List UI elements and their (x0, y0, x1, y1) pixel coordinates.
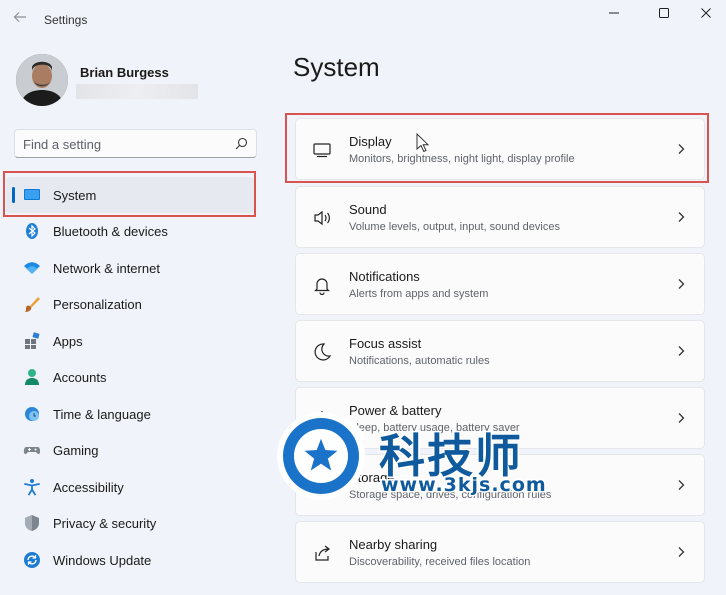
speaker-icon (314, 210, 330, 226)
sidebar-item-label: Accessibility (53, 480, 124, 495)
title-bar: Settings (0, 0, 726, 40)
sidebar-item-label: Gaming (53, 443, 99, 458)
sidebar-item-label: Windows Update (53, 553, 152, 568)
card-title: Storage (349, 470, 395, 485)
card-title: Sound (349, 202, 387, 217)
card-subtitle: Alerts from apps and system (349, 288, 489, 300)
wifi-icon (24, 262, 40, 274)
back-arrow-icon[interactable] (10, 10, 30, 30)
search-icon[interactable] (235, 137, 248, 150)
display-icon (313, 143, 331, 158)
card-sound[interactable]: Sound Volume levels, output, input, soun… (295, 186, 705, 248)
sidebar-item-label: Apps (53, 334, 83, 349)
maximize-icon (659, 8, 669, 18)
minimize-icon (609, 12, 619, 14)
sidebar-item-system[interactable]: System (6, 177, 254, 213)
card-subtitle: Volume levels, output, input, sound devi… (349, 221, 560, 233)
card-notifications[interactable]: Notifications Alerts from apps and syste… (295, 253, 705, 315)
sidebar-item-label: Accounts (53, 370, 107, 385)
sidebar-item-privacy-security[interactable]: Privacy & security (6, 505, 254, 541)
bell-icon (314, 278, 330, 295)
card-title: Focus assist (349, 336, 422, 351)
sidebar-item-personalization[interactable]: Personalization (6, 286, 254, 322)
shield-icon (25, 515, 39, 531)
card-nearby-sharing[interactable]: Nearby sharing Discoverability, received… (295, 521, 705, 583)
card-subtitle: Monitors, brightness, night light, displ… (349, 153, 575, 165)
avatar[interactable] (16, 54, 68, 106)
card-storage[interactable]: Storage Storage space, drives, configura… (295, 454, 705, 516)
page-title: System (293, 52, 380, 82)
chevron-right-icon (678, 279, 685, 289)
sidebar-item-windows-update[interactable]: Windows Update (6, 542, 254, 578)
sidebar-item-apps[interactable]: Apps (6, 323, 254, 359)
sidebar-item-accessibility[interactable]: Accessibility (6, 469, 254, 505)
sidebar-item-accounts[interactable]: Accounts (6, 359, 254, 395)
sidebar-item-bluetooth[interactable]: Bluetooth & devices (6, 213, 254, 249)
bluetooth-icon (26, 223, 38, 239)
chevron-right-icon (678, 480, 685, 490)
apps-icon (25, 332, 40, 349)
sidebar-item-label: Privacy & security (53, 516, 157, 531)
card-focus-assist[interactable]: Focus assist Notifications, automatic ru… (295, 320, 705, 382)
moon-icon (314, 343, 332, 361)
user-email-redacted (76, 84, 198, 99)
sidebar-item-gaming[interactable]: Gaming (6, 432, 254, 468)
user-name: Brian Burgess (80, 65, 169, 80)
card-subtitle: Notifications, automatic rules (349, 355, 490, 367)
card-subtitle: Discoverability, received files location (349, 556, 531, 568)
maximize-button[interactable] (646, 4, 682, 22)
sidebar-item-label: Time & language (53, 407, 151, 422)
power-icon (315, 411, 329, 425)
sidebar-item-time-language[interactable]: Time & language (6, 396, 254, 432)
card-title: Display (349, 134, 392, 149)
chevron-right-icon (678, 413, 685, 423)
app-title: Settings (44, 13, 88, 27)
card-power-battery[interactable]: Power & battery Sleep, battery usage, ba… (295, 387, 705, 449)
share-icon (315, 545, 330, 561)
chevron-right-icon (678, 212, 685, 222)
mouse-cursor-icon (416, 133, 430, 153)
minimize-button[interactable] (596, 4, 632, 22)
close-button[interactable] (688, 4, 724, 22)
gamepad-icon (23, 447, 41, 455)
chevron-right-icon (678, 346, 685, 356)
sidebar-item-label: Bluetooth & devices (53, 224, 168, 239)
sidebar-item-label: System (53, 188, 97, 203)
card-display[interactable]: Display Monitors, brightness, night ligh… (295, 118, 705, 180)
close-icon (701, 8, 711, 18)
selection-indicator (12, 187, 15, 203)
chevron-right-icon (678, 144, 685, 154)
sidebar-item-label: Network & internet (53, 261, 160, 276)
card-title: Notifications (349, 269, 420, 284)
storage-icon (313, 481, 331, 491)
update-icon (24, 552, 40, 568)
brush-icon (25, 297, 40, 312)
sidebar-item-network[interactable]: Network & internet (6, 250, 254, 286)
card-subtitle: Sleep, battery usage, battery saver (349, 422, 520, 434)
globe-clock-icon (25, 407, 39, 421)
chevron-right-icon (678, 547, 685, 557)
search-input[interactable] (23, 135, 223, 153)
monitor-icon (24, 189, 40, 200)
accessibility-icon (24, 479, 40, 496)
card-title: Nearby sharing (349, 537, 438, 552)
card-title: Power & battery (349, 403, 442, 418)
person-icon (25, 369, 39, 385)
sidebar-item-label: Personalization (53, 297, 142, 312)
card-subtitle: Storage space, drives, configuration rul… (349, 489, 552, 501)
search-box[interactable] (14, 129, 257, 158)
